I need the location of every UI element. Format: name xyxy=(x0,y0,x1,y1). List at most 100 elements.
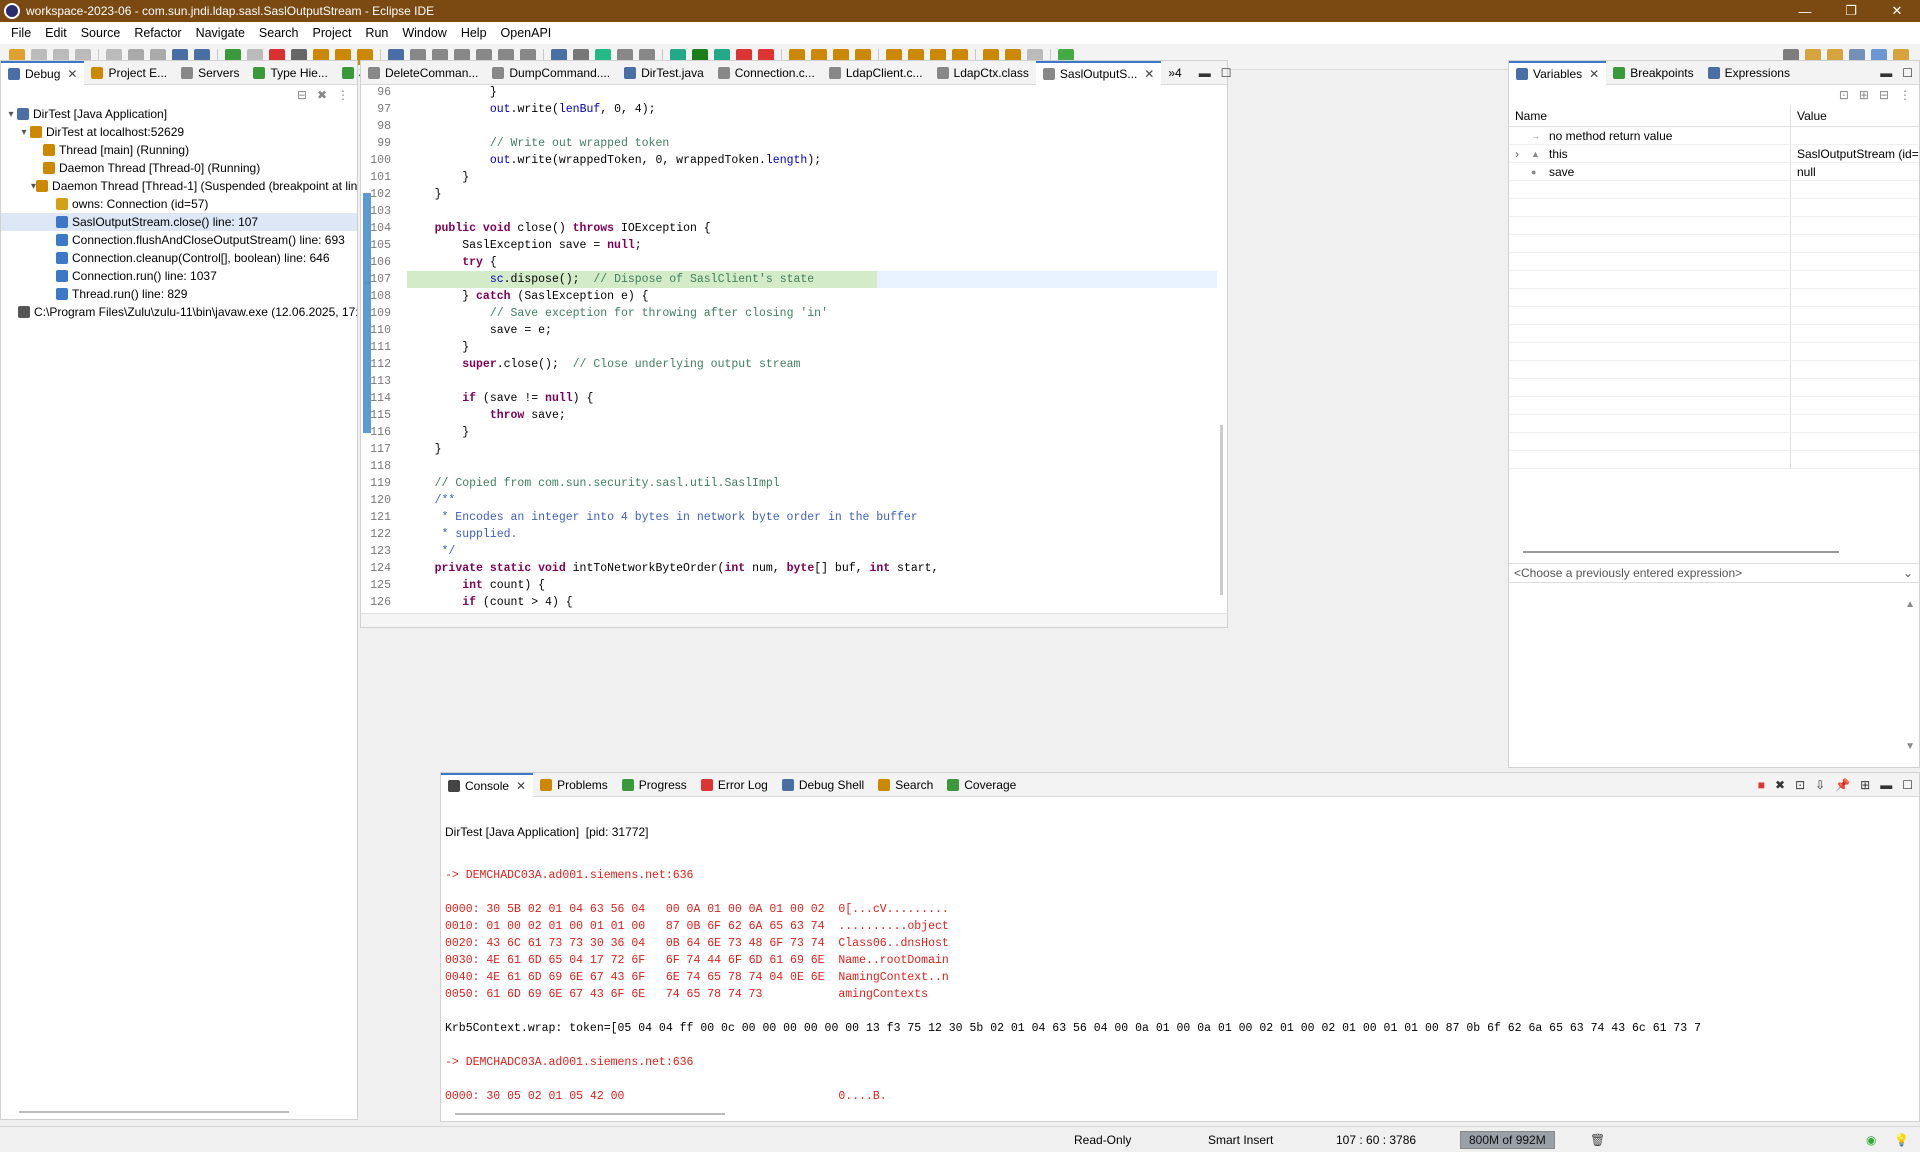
terminate-icon[interactable]: ■ xyxy=(1758,778,1765,792)
debug-tree-item[interactable]: Connection.run() line: 1037 xyxy=(1,267,357,285)
tab-project-e[interactable]: Project E... xyxy=(84,61,174,85)
chevron-down-icon[interactable]: ▾ xyxy=(18,127,30,138)
tab-variables[interactable]: Variables ✕ xyxy=(1509,60,1607,85)
maximize-view-icon[interactable]: ☐ xyxy=(1902,66,1913,80)
menu-project[interactable]: Project xyxy=(306,26,359,40)
layout-icon[interactable]: ⊞ xyxy=(1859,88,1869,102)
tab-console[interactable]: Console ✕ xyxy=(441,772,534,797)
debug-tree-item[interactable]: ▾ DirTest [Java Application] xyxy=(1,105,357,123)
code-line[interactable]: sc.dispose(); // Dispose of SaslClient's… xyxy=(365,271,1217,288)
tab-type-hie[interactable]: Type Hie... xyxy=(246,61,334,85)
tab-coverage[interactable]: Coverage xyxy=(940,773,1023,797)
debug-tree-item[interactable]: Thread.run() line: 829 xyxy=(1,285,357,303)
new-console-icon[interactable]: ⊞ xyxy=(1860,778,1870,792)
tab-error-log[interactable]: Error Log xyxy=(694,773,775,797)
column-value[interactable]: Value xyxy=(1791,109,1827,123)
code-line[interactable]: * Encodes an integer into 4 bytes in net… xyxy=(407,509,918,526)
menu-file[interactable]: File xyxy=(4,26,38,40)
menu-navigate[interactable]: Navigate xyxy=(189,26,252,40)
code-editor[interactable]: 96 97 98 99 100 101 102 103 104 105 106 107 108 109 11… xyxy=(361,85,1227,627)
tip-bulb-icon[interactable]: 💡 xyxy=(1894,1131,1909,1149)
close-icon[interactable]: ✕ xyxy=(1589,67,1599,81)
code-content[interactable]: } out.write(lenBuf, 0, 4); // Write out … xyxy=(365,85,1227,626)
scroll-up-icon[interactable]: ▲ xyxy=(1905,599,1915,610)
scroll-lock-icon[interactable]: ⇩ xyxy=(1815,778,1825,792)
code-line[interactable]: if (save != null) { xyxy=(407,390,593,407)
expand-icon[interactable]: › xyxy=(1515,147,1527,161)
close-window-button[interactable]: ✕ xyxy=(1874,0,1920,22)
maximize-button[interactable]: ❐ xyxy=(1828,0,1874,22)
code-line[interactable]: save = e; xyxy=(407,322,552,339)
debug-tree-item[interactable]: C:\Program Files\Zulu\zulu-11\bin\javaw.… xyxy=(1,303,357,321)
code-line[interactable]: } catch (SaslException e) { xyxy=(407,288,648,305)
remove-launch-icon[interactable]: ✖ xyxy=(1775,778,1785,792)
variable-row[interactable]: › ▲ this SaslOutputStream (id= xyxy=(1509,145,1919,163)
code-line[interactable]: try { xyxy=(407,254,497,271)
tab-debug-shell[interactable]: Debug Shell xyxy=(775,773,871,797)
debug-tree-item[interactable]: SaslOutputStream.close() line: 107 xyxy=(1,213,357,231)
tab-overflow[interactable]: »4 xyxy=(1161,61,1188,85)
heap-status[interactable]: 800M of 992M xyxy=(1460,1131,1555,1149)
maximize-view-icon[interactable]: ☐ xyxy=(1221,66,1232,80)
tab-deletecomman[interactable]: DeleteComman... xyxy=(361,61,485,85)
remove-terminated-icon[interactable]: ✖ xyxy=(317,88,327,102)
tab-search[interactable]: Search xyxy=(871,773,940,797)
menu-run[interactable]: Run xyxy=(358,26,395,40)
code-line[interactable]: public void close() throws IOException { xyxy=(407,220,711,237)
menu-window[interactable]: Window xyxy=(395,26,453,40)
menu-help[interactable]: Help xyxy=(454,26,494,40)
code-line[interactable]: // Write out wrapped token xyxy=(407,135,669,152)
code-line[interactable]: private static void intToNetworkByteOrde… xyxy=(407,560,939,577)
debug-tree-item[interactable]: Thread [main] (Running) xyxy=(1,141,357,159)
close-icon[interactable]: ✕ xyxy=(1144,67,1154,81)
console-output[interactable]: DirTest [Java Application] [pid: 31772] … xyxy=(441,797,1919,1121)
view-menu-icon[interactable]: ⋮ xyxy=(1899,88,1911,102)
code-line[interactable]: int count) { xyxy=(407,577,545,594)
tab-ldapctx-class[interactable]: LdapCtx.class xyxy=(930,61,1036,85)
debug-tree-item[interactable]: Daemon Thread [Thread-0] (Running) xyxy=(1,159,357,177)
code-line[interactable]: } xyxy=(407,169,469,186)
code-line[interactable]: } xyxy=(407,339,469,356)
code-line[interactable]: } xyxy=(407,186,442,203)
minimize-button[interactable]: — xyxy=(1782,0,1828,22)
expression-input[interactable]: <Choose a previously entered expression>… xyxy=(1509,563,1919,583)
code-line[interactable]: * supplied. xyxy=(407,526,518,543)
view-menu-icon[interactable]: ⋮ xyxy=(337,88,349,102)
maximize-view-icon[interactable]: ☐ xyxy=(1902,778,1913,792)
pin-console-icon[interactable]: 📌 xyxy=(1835,778,1850,792)
tab-servers[interactable]: Servers xyxy=(174,61,246,85)
tab-debug[interactable]: Debug ✕ xyxy=(1,60,85,85)
collapse-all-icon[interactable]: ⊟ xyxy=(297,88,307,102)
menu-refactor[interactable]: Refactor xyxy=(127,26,188,40)
debug-tree-item[interactable]: Connection.flushAndCloseOutputStream() l… xyxy=(1,231,357,249)
tab-sasloutputs[interactable]: SaslOutputS... ✕ xyxy=(1035,60,1162,85)
tab-dumpcommand[interactable]: DumpCommand.... xyxy=(485,61,617,85)
show-type-names-icon[interactable]: ⊡ xyxy=(1839,88,1849,102)
chevron-down-icon[interactable]: ⌄ xyxy=(1903,566,1913,580)
debug-tree-item[interactable]: owns: Connection (id=57) xyxy=(1,195,357,213)
editor-horizontal-scrollbar[interactable] xyxy=(361,613,1227,627)
code-line[interactable]: out.write(wrappedToken, 0, wrappedToken.… xyxy=(407,152,821,169)
tab-problems[interactable]: Problems xyxy=(533,773,615,797)
editor-vertical-scrollbar[interactable] xyxy=(1220,425,1223,595)
gc-trash-icon[interactable]: 🗑 xyxy=(1590,1131,1605,1149)
tab-connection-c[interactable]: Connection.c... xyxy=(711,61,822,85)
debug-scrollbar[interactable] xyxy=(19,1111,289,1113)
menu-openapi[interactable]: OpenAPI xyxy=(494,26,559,40)
code-line[interactable]: } xyxy=(407,85,497,101)
console-scrollbar[interactable] xyxy=(455,1113,725,1115)
code-line[interactable]: } xyxy=(407,441,442,458)
debug-tree-item[interactable]: Connection.cleanup(Control[], boolean) l… xyxy=(1,249,357,267)
code-line[interactable]: super.close(); // Close underlying outpu… xyxy=(407,356,800,373)
close-icon[interactable]: ✕ xyxy=(516,779,526,793)
code-line[interactable]: out.write(lenBuf, 0, 4); xyxy=(407,101,656,118)
code-line[interactable]: /** xyxy=(407,492,456,509)
code-line[interactable]: // Copied from com.sun.security.sasl.uti… xyxy=(407,475,780,492)
tab-breakpoints[interactable]: Breakpoints xyxy=(1606,61,1700,85)
variable-row[interactable]: ● save null xyxy=(1509,163,1919,181)
minimize-view-icon[interactable]: ▬ xyxy=(1880,778,1892,792)
code-line[interactable]: } xyxy=(407,424,469,441)
column-name[interactable]: Name xyxy=(1509,105,1791,126)
debug-tree-item[interactable]: ▾ Daemon Thread [Thread-1] (Suspended (br… xyxy=(1,177,357,195)
chevron-down-icon[interactable]: ▾ xyxy=(5,109,17,120)
